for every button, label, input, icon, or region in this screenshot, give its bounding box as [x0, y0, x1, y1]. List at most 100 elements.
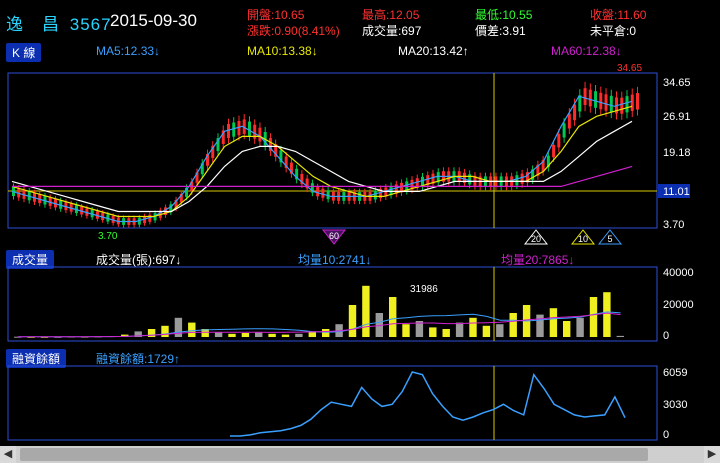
volume-bar	[255, 332, 263, 337]
stock-name-text: 逸 昌	[6, 15, 60, 34]
kline-frame	[7, 72, 658, 229]
min-price-label: 3.70	[98, 231, 118, 242]
volume-bar	[442, 329, 450, 337]
spread-quote: 價差:3.91	[475, 24, 526, 38]
change-quote: 漲跌:0.90(8.41%)	[247, 24, 340, 38]
kline-chart[interactable]: 34.65 3.70 34.65 26.91 19.18 11.01 3.70 …	[0, 58, 720, 248]
volume-bar	[389, 297, 397, 337]
kline-ytick: 19.18	[663, 147, 691, 159]
volume-bar	[241, 333, 250, 337]
volume-bar	[214, 332, 223, 337]
ma-lines	[11, 95, 633, 223]
volume-bar	[576, 317, 584, 337]
candle	[636, 93, 639, 110]
ma5-label: MA5:12.33↓	[96, 44, 161, 58]
volume-bar	[549, 308, 558, 337]
volume-bar	[482, 325, 491, 337]
candle	[316, 187, 320, 197]
volume-bar	[496, 324, 504, 337]
candle	[258, 127, 262, 142]
kline-ytick: 11.01	[663, 186, 690, 198]
quote-date: 2015-09-30	[110, 11, 197, 30]
candle	[583, 88, 587, 105]
candle	[326, 190, 330, 200]
high-quote: 最高:12.05	[362, 8, 420, 22]
unsettled-quote: 未平倉:0	[590, 24, 637, 38]
volume-bar	[509, 313, 517, 337]
candle	[609, 95, 613, 113]
candle	[588, 89, 592, 107]
stock-code: 3567	[69, 15, 112, 34]
candle	[599, 92, 603, 110]
volume-bars	[14, 285, 624, 338]
candle	[247, 121, 251, 136]
kline-ytick: 34.65	[663, 77, 691, 89]
volume-bar	[295, 333, 303, 337]
ma-line-ma10	[11, 105, 633, 218]
ma10-label: MA10:13.38↓	[247, 44, 318, 58]
scroll-left-icon[interactable]: ◀	[0, 446, 16, 463]
volume-bar	[362, 285, 370, 337]
candle	[567, 113, 571, 129]
volume-bar	[268, 333, 276, 337]
volume-ytick: 0	[663, 330, 669, 342]
scroll-right-icon[interactable]: ▶	[704, 446, 720, 463]
candle	[625, 96, 629, 113]
volume-bar	[281, 334, 290, 337]
volume-bar	[174, 317, 183, 337]
volume-frame	[7, 266, 658, 342]
candle	[630, 94, 634, 111]
volume-bar	[402, 324, 410, 337]
open-quote: 開盤:10.65	[247, 8, 305, 22]
ma-line-ma5	[11, 95, 633, 223]
ma20-label: MA20:13.42↑	[398, 44, 469, 58]
max-price-label: 34.65	[617, 63, 642, 74]
margin-balance-line	[230, 371, 626, 437]
volume-bar	[589, 297, 598, 337]
candle	[562, 123, 566, 138]
volume-bar	[536, 314, 544, 337]
svg-text:10: 10	[578, 234, 588, 244]
scrollbar-thumb[interactable]	[20, 448, 648, 461]
volume-bar	[188, 322, 196, 337]
volume-bar	[603, 292, 611, 337]
margin-ytick: 6059	[663, 367, 687, 379]
margin-chart[interactable]: 6059 3030 0	[0, 364, 720, 444]
svg-text:5: 5	[607, 234, 612, 244]
volume-bar	[348, 305, 357, 337]
svg-text:60: 60	[329, 231, 339, 241]
volume-bar	[455, 322, 464, 337]
volume-bar	[469, 317, 477, 337]
marker-10[interactable]: 10	[570, 229, 596, 245]
candle	[573, 104, 577, 120]
candle	[552, 144, 556, 158]
volume-bar	[322, 329, 330, 337]
marker-5[interactable]: 5	[597, 229, 623, 245]
close-quote: 收盤:11.60	[590, 8, 647, 22]
volume-ytick: 20000	[663, 299, 694, 311]
volume-chart[interactable]: 31986 40000 20000 0	[0, 265, 720, 345]
stock-name[interactable]: 逸 昌 3567	[6, 10, 112, 35]
marker-20[interactable]: 20	[523, 229, 549, 245]
candle	[594, 91, 598, 108]
kline-ytick: 26.91	[663, 111, 691, 123]
candle	[321, 188, 325, 198]
candle	[620, 97, 624, 114]
volume-bar	[228, 333, 236, 337]
marker-60[interactable]: 60	[321, 229, 347, 245]
candle	[373, 190, 377, 200]
margin-ytick: 3030	[663, 399, 687, 411]
candle	[515, 175, 519, 186]
margin-ytick: 0	[663, 429, 669, 441]
quote-header: 逸 昌 3567 2015-09-30 開盤:10.65 最高:12.05 最低…	[0, 0, 720, 38]
candles	[12, 81, 639, 228]
peak-volume-label: 31986	[410, 284, 438, 295]
candle	[520, 173, 524, 184]
candle	[557, 134, 561, 148]
volume-bar	[161, 325, 169, 337]
volume-bar	[429, 327, 437, 337]
candle	[468, 174, 472, 185]
candle	[604, 94, 608, 111]
ma60-label: MA60:12.38↓	[551, 44, 622, 58]
volume-ytick: 40000	[663, 267, 694, 279]
